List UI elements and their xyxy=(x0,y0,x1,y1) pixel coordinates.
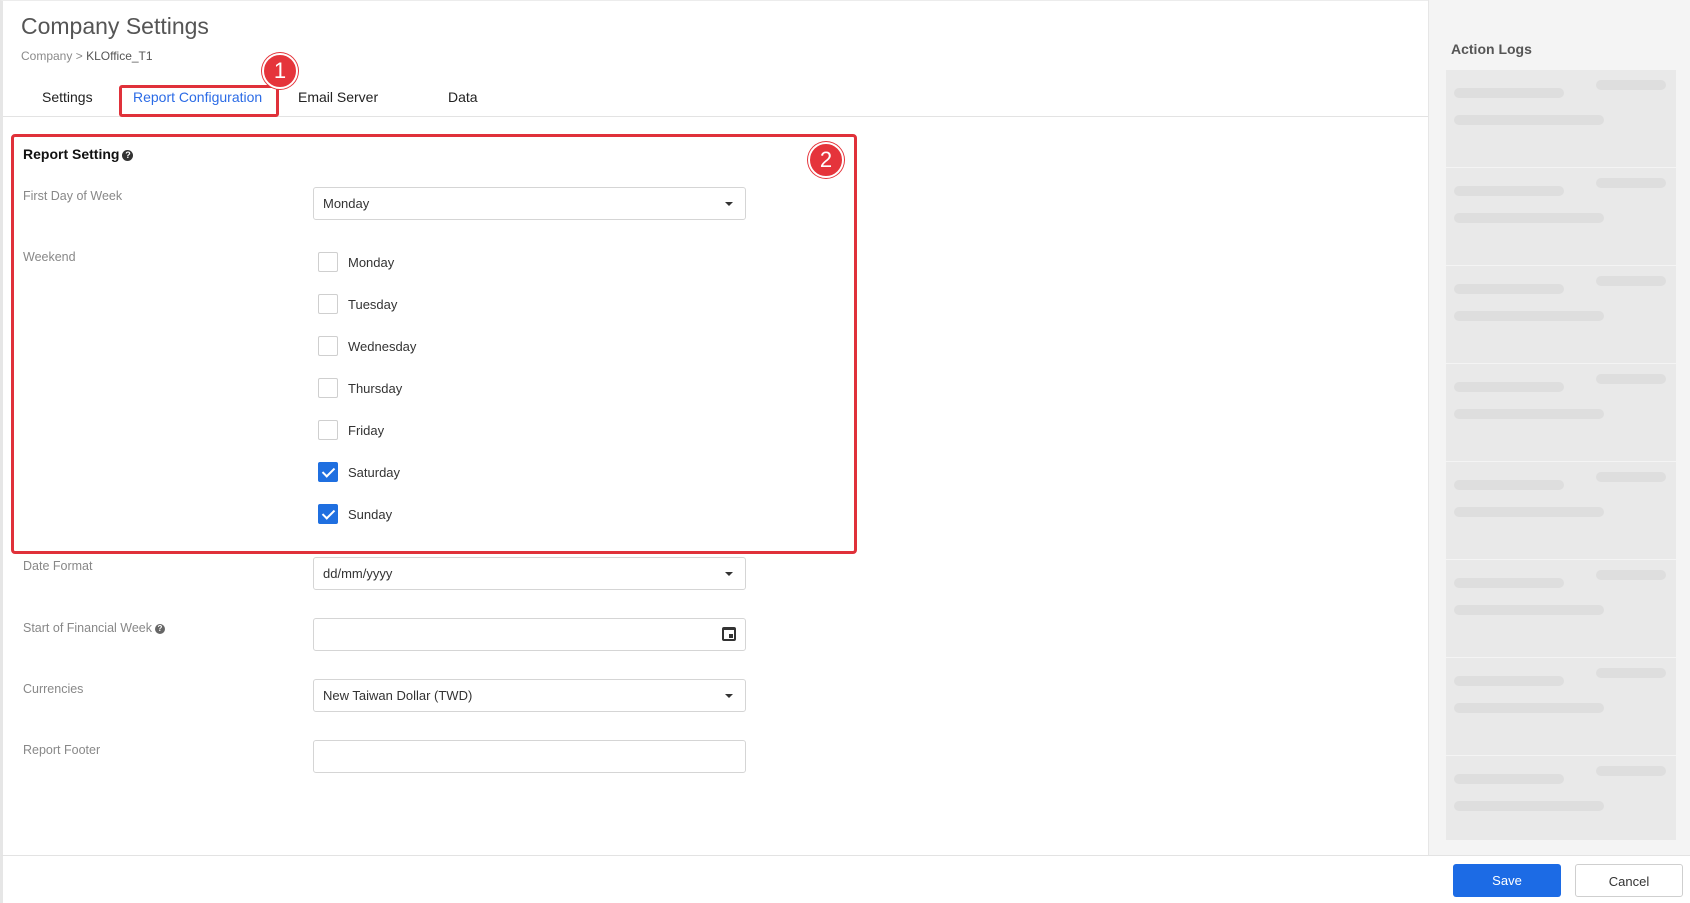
first-day-select[interactable]: Monday xyxy=(313,187,746,220)
breadcrumb-current: KLOffice_T1 xyxy=(86,49,153,63)
log-item xyxy=(1446,658,1676,755)
checkbox[interactable] xyxy=(318,294,338,314)
breadcrumb-company[interactable]: Company xyxy=(21,49,72,63)
date-format-label: Date Format xyxy=(23,559,93,573)
action-logs-panel: Action Logs xyxy=(1428,0,1690,855)
chevron-down-icon xyxy=(725,202,733,206)
date-format-value: dd/mm/yyyy xyxy=(323,566,393,581)
checkbox-label: Friday xyxy=(348,423,385,438)
log-item xyxy=(1446,560,1676,657)
checkbox-label: Sunday xyxy=(348,507,393,522)
checkbox-label: Saturday xyxy=(348,465,401,480)
log-item xyxy=(1446,756,1676,840)
first-day-value: Monday xyxy=(323,196,370,211)
checkbox[interactable] xyxy=(318,252,338,272)
checkbox-checked[interactable] xyxy=(318,462,338,482)
checkbox[interactable] xyxy=(318,336,338,356)
footer-bar: Save Cancel xyxy=(0,855,1690,903)
first-day-label: First Day of Week xyxy=(23,189,123,203)
chevron-down-icon xyxy=(725,572,733,576)
checkbox-label: Monday xyxy=(348,255,395,270)
report-setting-title: Report Setting? xyxy=(23,146,134,162)
tab-bar: Settings Report Configuration Email Serv… xyxy=(3,85,1428,117)
checkbox-checked[interactable] xyxy=(318,504,338,524)
annotation-marker-1: 1 xyxy=(262,53,298,89)
calendar-icon[interactable] xyxy=(722,627,736,641)
financial-week-date-input[interactable] xyxy=(313,618,746,651)
chevron-down-icon xyxy=(725,694,733,698)
annotation-marker-2: 2 xyxy=(808,142,844,178)
date-format-select[interactable]: dd/mm/yyyy xyxy=(313,557,746,590)
breadcrumb-separator: > xyxy=(75,49,83,63)
report-footer-input[interactable] xyxy=(313,740,746,773)
main-panel: Company Settings Company > KLOffice_T1 S… xyxy=(0,0,1428,855)
checkbox-label: Tuesday xyxy=(348,297,398,312)
log-item xyxy=(1446,364,1676,461)
breadcrumb: Company > KLOffice_T1 xyxy=(21,49,153,63)
checkbox[interactable] xyxy=(318,378,338,398)
checkbox[interactable] xyxy=(318,420,338,440)
tab-settings[interactable]: Settings xyxy=(42,89,93,105)
checkbox-label: Wednesday xyxy=(348,339,417,354)
help-icon[interactable]: ? xyxy=(155,624,165,634)
currencies-select[interactable]: New Taiwan Dollar (TWD) xyxy=(313,679,746,712)
tab-report-configuration[interactable]: Report Configuration xyxy=(133,89,262,105)
financial-week-label: Start of Financial Week? xyxy=(23,621,165,635)
log-item xyxy=(1446,462,1676,559)
report-footer-label: Report Footer xyxy=(23,743,101,757)
currencies-value: New Taiwan Dollar (TWD) xyxy=(323,688,473,703)
financial-week-label-text: Start of Financial Week xyxy=(23,621,152,635)
page-title: Company Settings xyxy=(21,13,209,39)
weekend-label: Weekend xyxy=(23,250,76,264)
action-logs-title: Action Logs xyxy=(1451,41,1532,57)
report-setting-title-text: Report Setting xyxy=(23,146,120,162)
cancel-button[interactable]: Cancel xyxy=(1575,864,1683,897)
log-item xyxy=(1446,266,1676,363)
currencies-label: Currencies xyxy=(23,682,84,696)
save-button[interactable]: Save xyxy=(1453,864,1561,897)
log-item xyxy=(1446,168,1676,265)
tab-data[interactable]: Data xyxy=(448,89,478,105)
checkbox-label: Thursday xyxy=(348,381,403,396)
help-icon[interactable]: ? xyxy=(122,150,134,161)
tab-email-server[interactable]: Email Server xyxy=(298,89,378,105)
log-item xyxy=(1446,70,1676,167)
